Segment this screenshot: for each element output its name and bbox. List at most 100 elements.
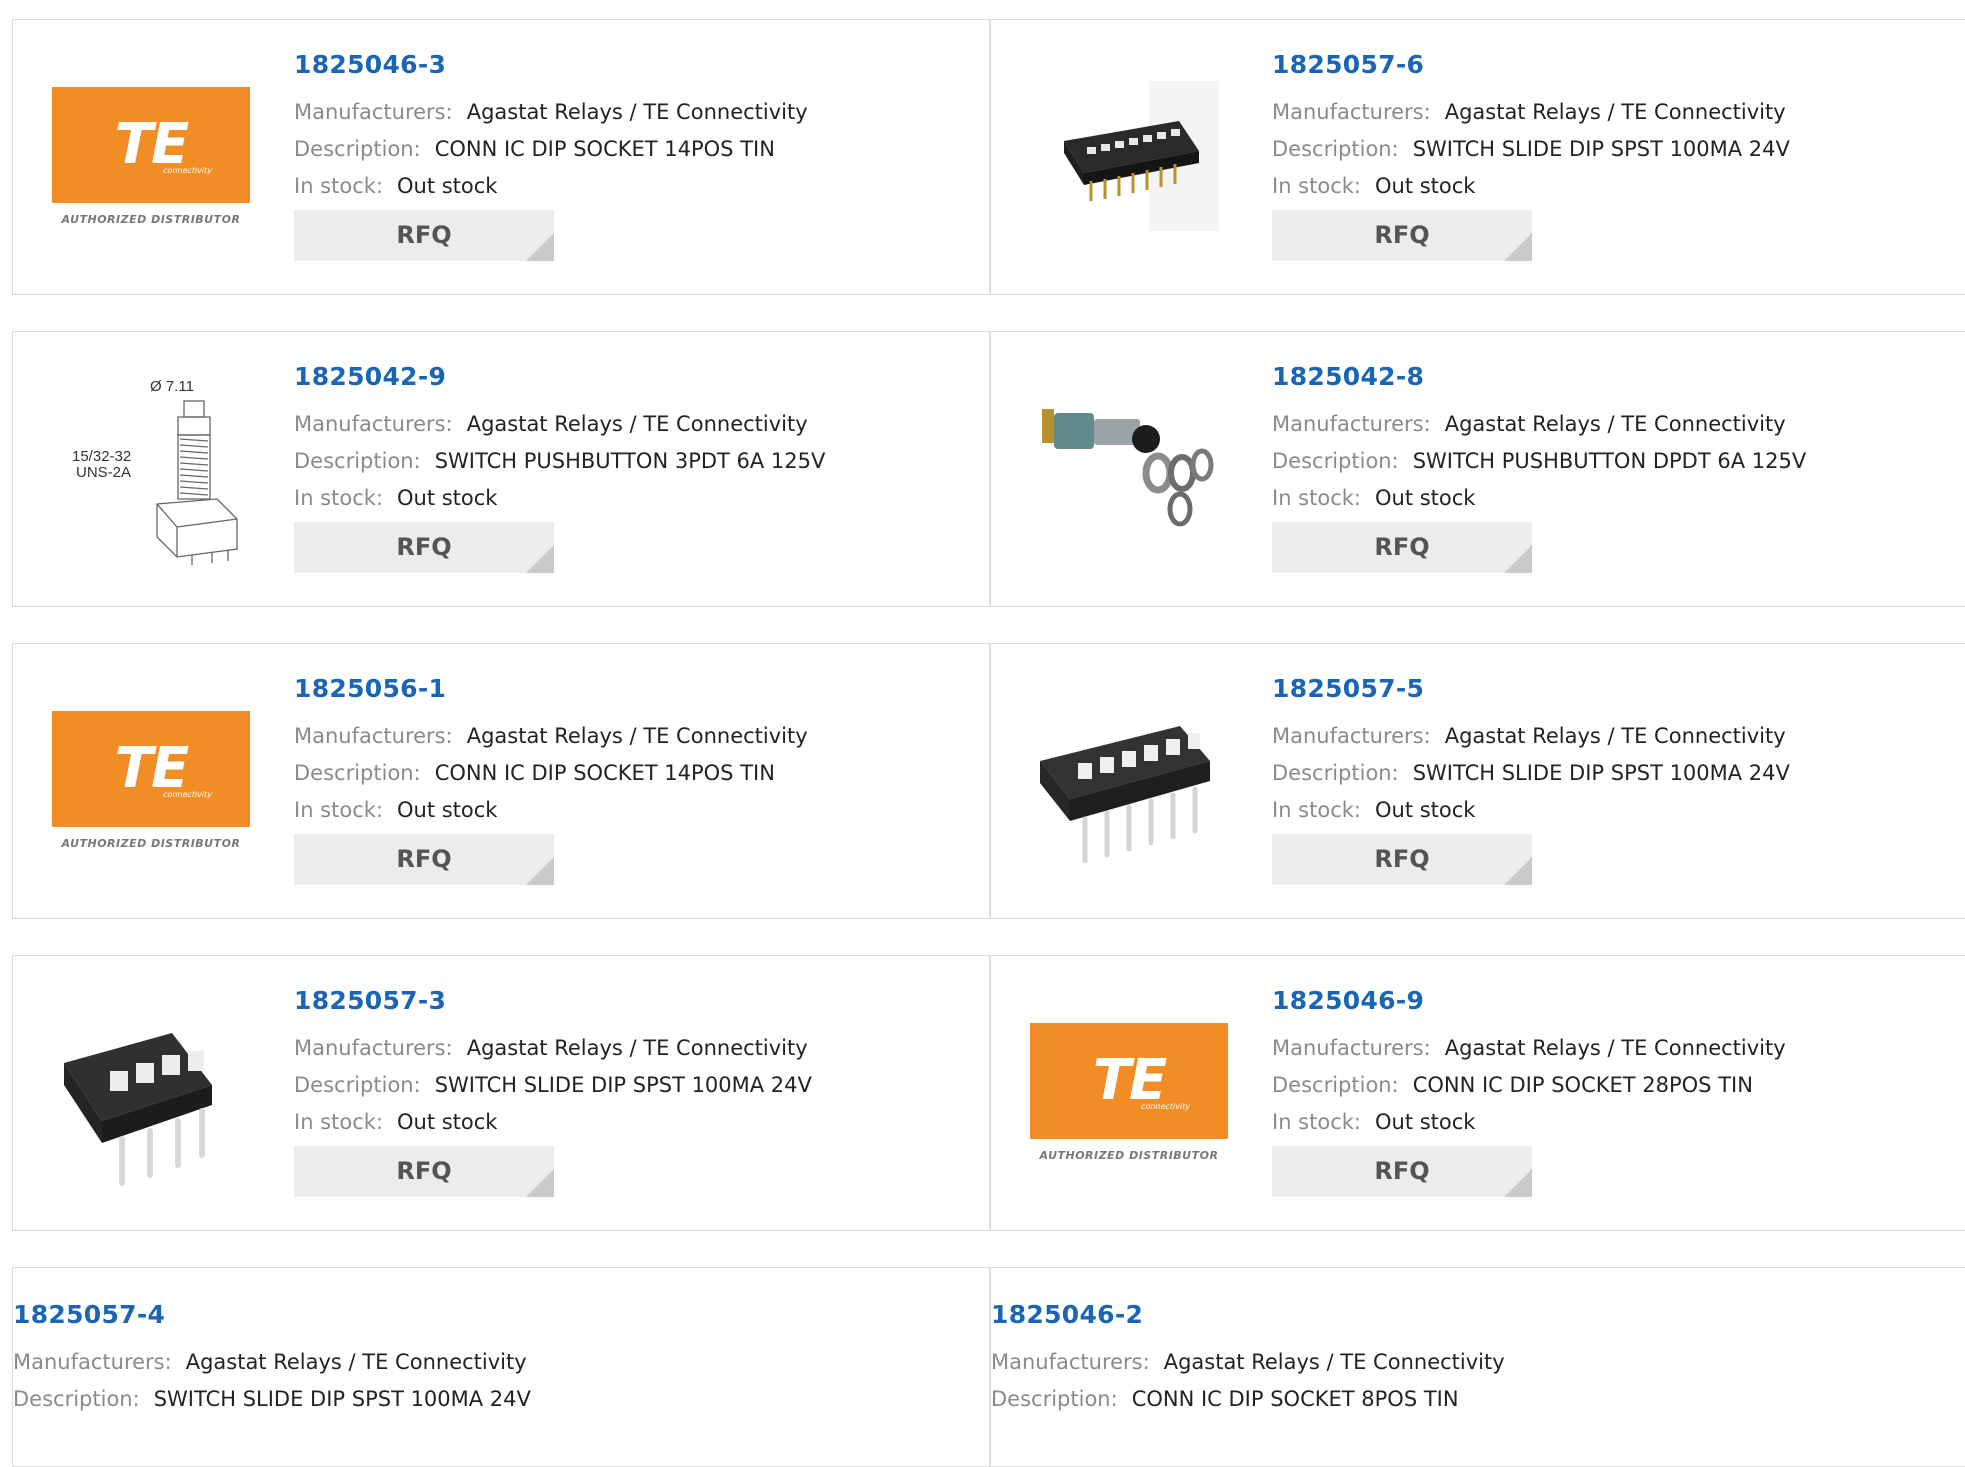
part-number-link[interactable]: 1825046-9 bbox=[1272, 986, 1786, 1016]
product-image[interactable]: Ø 7.11 15/32-32 UNS-2A bbox=[52, 369, 250, 567]
description-value: CONN IC DIP SOCKET 28POS TIN bbox=[1412, 1073, 1753, 1097]
rfq-button[interactable]: RFQ bbox=[1272, 210, 1532, 261]
stock-value: Out stock bbox=[396, 1110, 498, 1134]
product-image[interactable]: TE connectivity AUTHORIZED DISTRIBUTOR bbox=[1030, 993, 1228, 1191]
in-stock-label: In stock: bbox=[294, 486, 383, 510]
stock-value: Out stock bbox=[396, 798, 498, 822]
stock-value: Out stock bbox=[1374, 486, 1476, 510]
stock-value: Out stock bbox=[1374, 174, 1476, 198]
in-stock-label: In stock: bbox=[1272, 798, 1361, 822]
authorized-distributor-label: AUTHORIZED DISTRIBUTOR bbox=[61, 212, 241, 226]
description-label: Description: bbox=[991, 1387, 1118, 1411]
dip-switch-icon bbox=[1064, 81, 1219, 231]
product-card: 1825046-2 Manufacturers: Agastat Relays /… bbox=[990, 1267, 1965, 1467]
product-card: TE connectivity AUTHORIZED DISTRIBUTOR 18… bbox=[12, 643, 990, 919]
rfq-button[interactable]: RFQ bbox=[1272, 834, 1532, 885]
manufacturer-value: Agastat Relays / TE Connectivity bbox=[1444, 100, 1786, 124]
product-card: 1825057-4 Manufacturers: Agastat Relays /… bbox=[12, 1267, 990, 1467]
stock-value: Out stock bbox=[1374, 798, 1476, 822]
manufacturer-value: Agastat Relays / TE Connectivity bbox=[1444, 412, 1786, 436]
product-image[interactable] bbox=[1030, 681, 1228, 879]
part-number-link[interactable]: 1825057-4 bbox=[13, 1300, 531, 1330]
dip-switch-icon bbox=[1040, 726, 1210, 864]
description-label: Description: bbox=[13, 1387, 140, 1411]
description-value: SWITCH SLIDE DIP SPST 100MA 24V bbox=[1412, 137, 1790, 161]
manufacturers-label: Manufacturers: bbox=[991, 1350, 1150, 1374]
description-value: CONN IC DIP SOCKET 14POS TIN bbox=[434, 137, 775, 161]
product-card: TE connectivity AUTHORIZED DISTRIBUTOR 18… bbox=[990, 955, 1965, 1231]
stock-value: Out stock bbox=[396, 174, 498, 198]
description-label: Description: bbox=[294, 449, 421, 473]
product-image[interactable] bbox=[1030, 57, 1228, 255]
manufacturer-value: Agastat Relays / TE Connectivity bbox=[466, 1036, 808, 1060]
description-label: Description: bbox=[294, 761, 421, 785]
part-number-link[interactable]: 1825046-3 bbox=[294, 50, 808, 80]
product-card: 1825057-3 Manufacturers: Agastat Relays /… bbox=[12, 955, 990, 1231]
manufacturers-label: Manufacturers: bbox=[294, 1036, 453, 1060]
manufacturers-label: Manufacturers: bbox=[294, 412, 453, 436]
manufacturer-value: Agastat Relays / TE Connectivity bbox=[1444, 724, 1786, 748]
product-card: TE connectivity AUTHORIZED DISTRIBUTOR 18… bbox=[12, 19, 990, 295]
in-stock-label: In stock: bbox=[294, 174, 383, 198]
part-number-link[interactable]: 1825057-6 bbox=[1272, 50, 1790, 80]
stock-value: Out stock bbox=[396, 486, 498, 510]
description-label: Description: bbox=[294, 137, 421, 161]
rfq-button[interactable]: RFQ bbox=[294, 522, 554, 573]
part-number-link[interactable]: 1825046-2 bbox=[991, 1300, 1505, 1330]
authorized-distributor-label: AUTHORIZED DISTRIBUTOR bbox=[61, 836, 241, 850]
product-card: Ø 7.11 15/32-32 UNS-2A 1825042-9 Manufac… bbox=[12, 331, 990, 607]
part-number-link[interactable]: 1825057-5 bbox=[1272, 674, 1790, 704]
description-value: CONN IC DIP SOCKET 8POS TIN bbox=[1131, 1387, 1459, 1411]
manufacturers-label: Manufacturers: bbox=[294, 100, 453, 124]
te-logo: TE connectivity AUTHORIZED DISTRIBUTOR bbox=[1030, 1022, 1228, 1162]
product-card: 1825057-5 Manufacturers: Agastat Relays /… bbox=[990, 643, 1965, 919]
description-value: SWITCH SLIDE DIP SPST 100MA 24V bbox=[1412, 761, 1790, 785]
manufacturer-value: Agastat Relays / TE Connectivity bbox=[1163, 1350, 1505, 1374]
manufacturers-label: Manufacturers: bbox=[1272, 412, 1431, 436]
part-number-link[interactable]: 1825056-1 bbox=[294, 674, 808, 704]
manufacturers-label: Manufacturers: bbox=[13, 1350, 172, 1374]
manufacturer-value: Agastat Relays / TE Connectivity bbox=[466, 412, 808, 436]
product-card: 1825057-6 Manufacturers: Agastat Relays /… bbox=[990, 19, 1965, 295]
in-stock-label: In stock: bbox=[294, 1110, 383, 1134]
manufacturer-value: Agastat Relays / TE Connectivity bbox=[1444, 1036, 1786, 1060]
in-stock-label: In stock: bbox=[1272, 1110, 1361, 1134]
manufacturers-label: Manufacturers: bbox=[1272, 100, 1431, 124]
product-card: 1825042-8 Manufacturers: Agastat Relays /… bbox=[990, 331, 1965, 607]
te-logo: TE connectivity AUTHORIZED DISTRIBUTOR bbox=[52, 86, 250, 226]
in-stock-label: In stock: bbox=[1272, 174, 1361, 198]
manufacturer-value: Agastat Relays / TE Connectivity bbox=[466, 100, 808, 124]
in-stock-label: In stock: bbox=[294, 798, 383, 822]
rfq-button[interactable]: RFQ bbox=[1272, 522, 1532, 573]
part-number-link[interactable]: 1825057-3 bbox=[294, 986, 812, 1016]
description-value: SWITCH PUSHBUTTON DPDT 6A 125V bbox=[1412, 449, 1807, 473]
pushbutton-drawing-icon: Ø 7.11 15/32-32 UNS-2A bbox=[72, 378, 238, 565]
svg-text:15/32-32: 15/32-32 bbox=[72, 448, 131, 465]
part-number-link[interactable]: 1825042-8 bbox=[1272, 362, 1806, 392]
description-label: Description: bbox=[294, 1073, 421, 1097]
rfq-button[interactable]: RFQ bbox=[294, 210, 554, 261]
description-label: Description: bbox=[1272, 137, 1399, 161]
manufacturers-label: Manufacturers: bbox=[1272, 724, 1431, 748]
manufacturers-label: Manufacturers: bbox=[1272, 1036, 1431, 1060]
description-value: SWITCH PUSHBUTTON 3PDT 6A 125V bbox=[434, 449, 826, 473]
description-label: Description: bbox=[1272, 449, 1399, 473]
rfq-button[interactable]: RFQ bbox=[1272, 1146, 1532, 1197]
product-image[interactable] bbox=[52, 993, 250, 1191]
authorized-distributor-label: AUTHORIZED DISTRIBUTOR bbox=[1039, 1148, 1219, 1162]
in-stock-label: In stock: bbox=[1272, 486, 1361, 510]
description-value: CONN IC DIP SOCKET 14POS TIN bbox=[434, 761, 775, 785]
product-image[interactable]: TE connectivity AUTHORIZED DISTRIBUTOR bbox=[52, 57, 250, 255]
product-image[interactable] bbox=[1030, 369, 1228, 567]
part-number-link[interactable]: 1825042-9 bbox=[294, 362, 825, 392]
rfq-button[interactable]: RFQ bbox=[294, 1146, 554, 1197]
svg-text:Ø 7.11: Ø 7.11 bbox=[150, 378, 194, 395]
manufacturers-label: Manufacturers: bbox=[294, 724, 453, 748]
svg-text:UNS-2A: UNS-2A bbox=[76, 464, 131, 481]
product-image[interactable]: TE connectivity AUTHORIZED DISTRIBUTOR bbox=[52, 681, 250, 879]
rfq-button[interactable]: RFQ bbox=[294, 834, 554, 885]
description-value: SWITCH SLIDE DIP SPST 100MA 24V bbox=[434, 1073, 812, 1097]
pushbutton-photo-icon bbox=[1042, 409, 1214, 527]
dip-switch-icon bbox=[64, 1033, 212, 1186]
manufacturer-value: Agastat Relays / TE Connectivity bbox=[466, 724, 808, 748]
